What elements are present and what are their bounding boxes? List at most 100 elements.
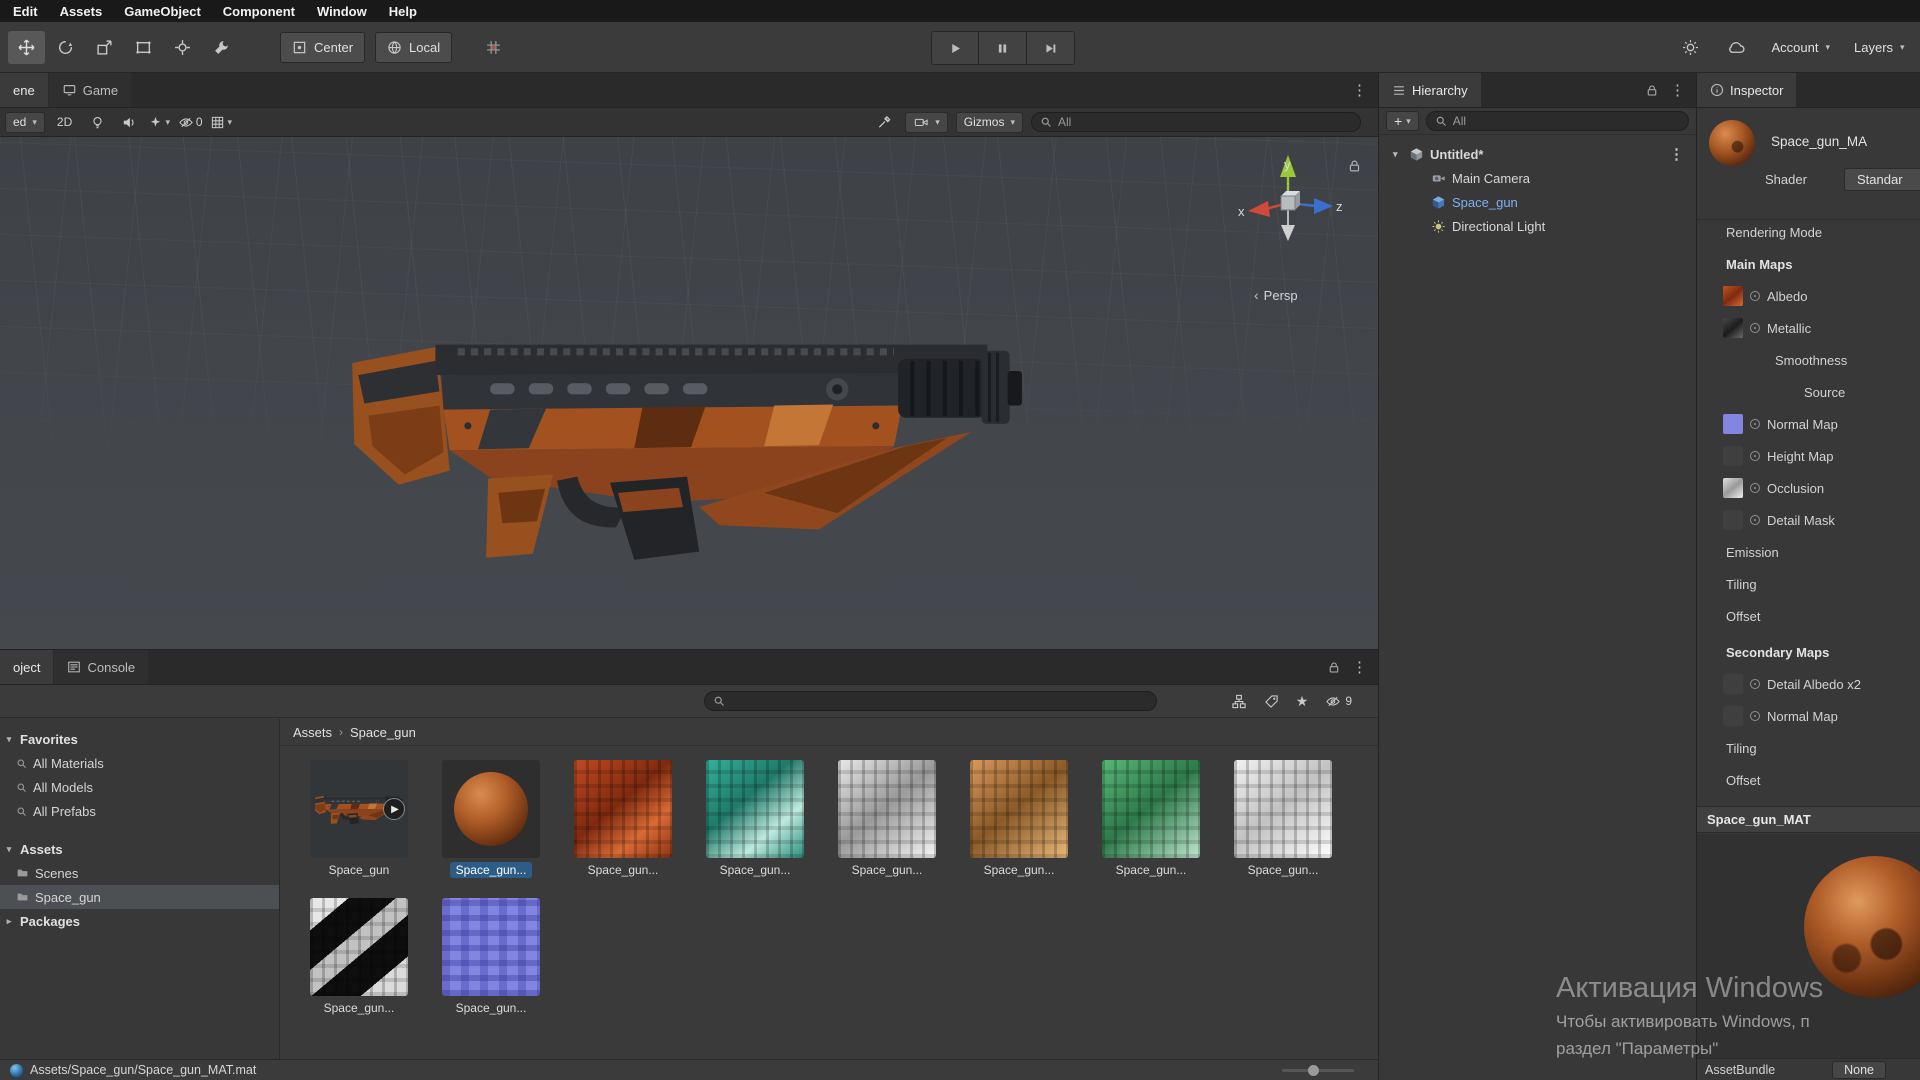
occlusion-row[interactable]: Occlusion	[1723, 476, 1920, 500]
scene-search-input[interactable]: All	[1031, 112, 1361, 132]
slider-knob[interactable]	[1308, 1064, 1319, 1076]
texture-picker-icon[interactable]	[1750, 451, 1760, 461]
favorites-section[interactable]: ▾ Favorites	[0, 727, 279, 751]
scale-tool-button[interactable]	[86, 31, 123, 64]
albedo-row[interactable]: Albedo	[1723, 284, 1920, 308]
secondary-normal-thumb[interactable]	[1723, 706, 1743, 726]
favorite-all-materials[interactable]: All Materials	[0, 751, 279, 775]
search-by-type-icon[interactable]	[1231, 694, 1247, 709]
rotate-tool-button[interactable]	[47, 31, 84, 64]
material-preview-header[interactable]: Space_gun_MAT	[1697, 806, 1920, 833]
kebab-menu-icon[interactable]: ⋮	[1352, 660, 1367, 675]
hidden-count-indicator[interactable]: 9	[1325, 694, 1352, 709]
play-button[interactable]	[931, 31, 979, 65]
scene-audio-toggle[interactable]	[115, 112, 141, 133]
menu-assets[interactable]: Assets	[49, 0, 114, 22]
move-tool-button[interactable]	[8, 30, 45, 64]
asset-item[interactable]: Space_gun...	[970, 760, 1068, 878]
menu-help[interactable]: Help	[378, 0, 428, 22]
project-search-input[interactable]	[704, 691, 1157, 711]
tab-hierarchy[interactable]: Hierarchy	[1379, 73, 1481, 107]
rect-tool-button[interactable]	[125, 31, 162, 64]
asset-item[interactable]: Space_gun...	[574, 760, 672, 878]
asset-item[interactable]: Space_gun...	[838, 760, 936, 878]
breadcrumb-current[interactable]: Space_gun	[350, 725, 416, 740]
preferences-button[interactable]	[1667, 31, 1713, 64]
smoothness-row[interactable]: Smoothness	[1775, 348, 1920, 372]
tiling-row[interactable]: Tiling	[1726, 572, 1920, 596]
detail-albedo-row[interactable]: Detail Albedo x2	[1723, 672, 1920, 696]
scene-grid-dropdown[interactable]: ▾	[208, 112, 234, 133]
metallic-row[interactable]: Metallic	[1723, 316, 1920, 340]
texture-picker-icon[interactable]	[1750, 483, 1760, 493]
height-map-thumb[interactable]	[1723, 446, 1743, 466]
hierarchy-search-input[interactable]: All	[1425, 111, 1689, 131]
layers-dropdown[interactable]: Layers ▾	[1842, 31, 1920, 64]
scene-tools-button[interactable]	[871, 112, 897, 133]
packages-section[interactable]: ▸ Packages	[0, 909, 279, 933]
pivot-local-button[interactable]: Local	[375, 31, 453, 63]
material-preview-area[interactable]	[1697, 834, 1920, 1058]
asset-item[interactable]: Space_gun...	[442, 760, 540, 878]
detail-mask-thumb[interactable]	[1723, 510, 1743, 530]
albedo-texture-thumb[interactable]	[1723, 286, 1743, 306]
hierarchy-item-main-camera[interactable]: Main Camera	[1379, 166, 1696, 190]
shading-mode-dropdown[interactable]: ed ▾	[5, 111, 45, 133]
gizmo-lock-icon[interactable]	[1348, 159, 1361, 173]
menu-window[interactable]: Window	[306, 0, 378, 22]
asset-item[interactable]: ▶ Space_gun	[310, 760, 408, 878]
normal-map-thumb[interactable]	[1723, 414, 1743, 434]
scene-lighting-toggle[interactable]	[84, 112, 110, 133]
2d-toggle[interactable]: 2D	[50, 112, 79, 133]
custom-tool-button[interactable]	[203, 31, 240, 64]
assetbundle-dropdown[interactable]: None	[1832, 1060, 1886, 1079]
offset-row[interactable]: Offset	[1726, 604, 1920, 628]
pause-button[interactable]	[979, 31, 1027, 65]
normal-map-row[interactable]: Normal Map	[1723, 412, 1920, 436]
shader-dropdown[interactable]: Standar	[1844, 168, 1920, 191]
lock-icon[interactable]	[1646, 84, 1658, 97]
folder-scenes[interactable]: Scenes	[0, 861, 279, 885]
tab-console[interactable]: Console	[54, 650, 149, 684]
search-by-label-icon[interactable]	[1264, 694, 1279, 709]
texture-picker-icon[interactable]	[1750, 323, 1760, 333]
foldout-arrow-icon[interactable]: ▾	[1393, 149, 1403, 160]
texture-picker-icon[interactable]	[1750, 515, 1760, 525]
gizmos-dropdown[interactable]: Gizmos ▾	[955, 111, 1023, 133]
kebab-menu-icon[interactable]: ⋮	[1669, 147, 1696, 162]
menu-gameobject[interactable]: GameObject	[113, 0, 212, 22]
asset-item[interactable]: Space_gun...	[310, 898, 408, 1016]
tab-inspector[interactable]: Inspector	[1697, 73, 1797, 107]
detail-albedo-thumb[interactable]	[1723, 674, 1743, 694]
gun-model[interactable]	[338, 301, 1028, 571]
folder-space-gun[interactable]: Space_gun	[0, 885, 279, 909]
kebab-menu-icon[interactable]: ⋮	[1670, 83, 1685, 98]
menu-edit[interactable]: Edit	[2, 0, 49, 22]
texture-picker-icon[interactable]	[1750, 711, 1760, 721]
detail-mask-row[interactable]: Detail Mask	[1723, 508, 1920, 532]
smoothness-source-row[interactable]: Source	[1804, 380, 1920, 404]
favorite-all-prefabs[interactable]: All Prefabs	[0, 799, 279, 823]
scene-viewport[interactable]: y x z ‹ Persp	[0, 137, 1378, 649]
tab-scene[interactable]: ene	[0, 73, 48, 107]
secondary-offset-row[interactable]: Offset	[1726, 768, 1920, 792]
hierarchy-item-directional-light[interactable]: Directional Light	[1379, 214, 1696, 238]
scene-camera-dropdown[interactable]: ▾	[905, 111, 948, 133]
secondary-normal-map-row[interactable]: Normal Map	[1723, 704, 1920, 728]
cloud-button[interactable]	[1713, 31, 1759, 64]
lock-icon[interactable]	[1328, 661, 1340, 674]
asset-item[interactable]: Space_gun...	[706, 760, 804, 878]
scene-visibility-toggle[interactable]: 0	[177, 112, 203, 133]
account-dropdown[interactable]: Account ▾	[1759, 31, 1842, 64]
favorite-all-models[interactable]: All Models	[0, 775, 279, 799]
height-map-row[interactable]: Height Map	[1723, 444, 1920, 468]
preview-play-icon[interactable]: ▶	[383, 798, 405, 820]
hierarchy-item-space-gun[interactable]: Space_gun	[1379, 190, 1696, 214]
asset-item[interactable]: Space_gun...	[442, 898, 540, 1016]
create-object-button[interactable]: + ▾	[1386, 111, 1419, 131]
transform-tool-button[interactable]	[164, 31, 201, 64]
texture-picker-icon[interactable]	[1750, 291, 1760, 301]
scene-root-row[interactable]: ▾ Untitled* ⋮	[1379, 142, 1696, 166]
texture-picker-icon[interactable]	[1750, 419, 1760, 429]
perspective-toggle[interactable]: ‹ Persp	[1254, 287, 1298, 303]
